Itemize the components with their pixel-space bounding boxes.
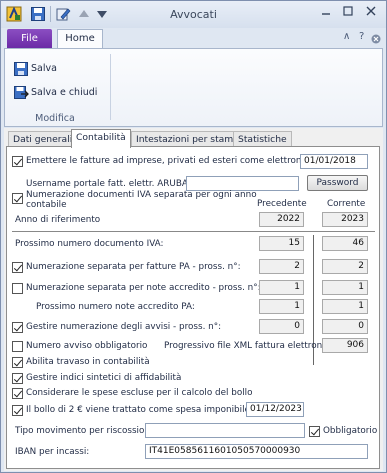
emit-invoices-date-field[interactable]: 01/01/2018 <box>300 154 368 169</box>
transfer-accounting-checkbox[interactable] <box>12 357 23 368</box>
stamp-expenses-label: Considerare le spese escluse per il calc… <box>26 388 253 398</box>
maximize-icon <box>343 6 353 16</box>
xml-progressive-label: Progressivo file XML fattura elettronica… <box>164 341 338 351</box>
iban-field[interactable]: IT41E0585611601050570000930 <box>145 444 368 459</box>
reference-year-label: Anno di riferimento <box>15 215 101 225</box>
stamp-duty-checkbox[interactable] <box>12 405 23 416</box>
aruba-username-field[interactable] <box>186 176 299 191</box>
next-iva-doc-current-field[interactable]: 46 <box>322 236 368 251</box>
next-iva-doc-label: Prossimo numero documento IVA: <box>15 239 164 249</box>
stamp-duty-label: Il bollo di 2 € viene trattato come spes… <box>26 405 270 415</box>
reference-year-current-field[interactable]: 2023 <box>322 212 368 227</box>
column-header-current: Corrente <box>327 199 366 209</box>
separate-numbering-label-line1: Numerazione documenti IVA separata per o… <box>26 190 257 200</box>
notices-numbering-checkbox[interactable] <box>12 322 23 333</box>
tab-file[interactable]: File <box>7 29 52 48</box>
aruba-username-label: Username portale fatt. elettr. ARUBA: <box>26 179 191 189</box>
close-button[interactable] <box>360 4 382 22</box>
notices-numbering-current-field[interactable]: 0 <box>322 319 368 334</box>
mandatory-notice-label: Numero avviso obbligatorio <box>26 341 148 351</box>
next-pa-credit-label: Prossimo numero note accredito PA: <box>36 302 195 312</box>
pa-invoices-label: Numerazione separata per fatture PA - pr… <box>26 262 241 272</box>
section-divider <box>12 231 375 232</box>
save-close-icon <box>14 86 29 99</box>
collection-type-label: Tipo movimento per riscossioni: <box>15 426 156 436</box>
title-bar: Avvocati <box>1 1 386 28</box>
pa-invoices-checkbox[interactable] <box>12 262 23 273</box>
tab-home[interactable]: Home <box>57 29 103 49</box>
pa-invoices-current-field[interactable]: 2 <box>322 259 368 274</box>
xml-progressive-field[interactable]: 906 <box>322 338 368 353</box>
ribbon-group-separator <box>110 54 111 120</box>
credit-notes-label: Numerazione separata per note accredito … <box>26 283 261 293</box>
next-iva-doc-previous-field[interactable]: 15 <box>259 236 304 251</box>
app-window: Avvocati File Home ∧ ? Salva Salva e chi… <box>0 0 387 473</box>
accounting-panel: Emettere le fatture ad imprese, privati … <box>6 146 380 469</box>
tab-statistiche[interactable]: Statistiche <box>233 131 292 147</box>
credit-notes-previous-field[interactable]: 1 <box>259 280 304 295</box>
collapse-ribbon-icon[interactable]: ∧ <box>343 31 350 42</box>
notices-numbering-label: Gestire numerazione degli avvisi - pross… <box>26 322 222 332</box>
minimize-icon <box>322 13 330 15</box>
stamp-duty-date-field[interactable]: 01/12/2023 <box>246 402 304 417</box>
separate-numbering-label-line2: contabile <box>26 200 67 210</box>
collection-mandatory-label: Obbligatorio <box>323 426 378 436</box>
close-icon <box>366 6 376 16</box>
form-area: Dati generali Contabilità Intestazioni p… <box>4 128 383 471</box>
collection-mandatory-checkbox[interactable] <box>309 426 320 437</box>
save-icon <box>14 62 28 76</box>
save-label: Salva <box>31 63 57 74</box>
emit-invoices-label: Emettere le fatture ad imprese, privati … <box>26 156 339 166</box>
maximize-button[interactable] <box>337 4 359 22</box>
mandatory-notice-checkbox[interactable] <box>12 341 23 352</box>
emit-invoices-checkbox[interactable] <box>12 156 23 167</box>
collection-type-field[interactable] <box>145 423 305 438</box>
tab-dati-generali[interactable]: Dati generali <box>8 131 78 147</box>
stamp-expenses-checkbox[interactable] <box>12 388 23 399</box>
save-close-label: Salva e chiudi <box>31 87 98 98</box>
ribbon-panel: Salva Salva e chiudi Modifica <box>4 48 383 127</box>
ribbon-group-label: Modifica <box>35 113 75 124</box>
tab-contabilita[interactable]: Contabilità <box>71 129 131 148</box>
next-pa-credit-previous-field[interactable]: 1 <box>259 299 304 314</box>
reliability-index-checkbox[interactable] <box>12 373 23 384</box>
password-button[interactable]: Password <box>307 175 368 191</box>
credit-notes-checkbox[interactable] <box>12 283 23 294</box>
reference-year-previous-field[interactable]: 2022 <box>259 212 304 227</box>
tab-intestazioni[interactable]: Intestazioni per stampe <box>131 131 250 147</box>
iban-label: IBAN per incassi: <box>15 447 90 457</box>
notices-numbering-previous-field[interactable]: 0 <box>259 319 304 334</box>
next-pa-credit-current-field[interactable]: 1 <box>322 299 368 314</box>
minimize-button[interactable] <box>315 4 337 22</box>
credit-notes-current-field[interactable]: 1 <box>322 280 368 295</box>
column-header-previous: Precedente <box>257 199 307 209</box>
help-icon[interactable]: ? <box>359 31 364 42</box>
reliability-index-label: Gestire indici sintetici di affidabilità <box>26 373 182 383</box>
ribbon-tab-row: File Home ∧ ? <box>1 28 386 49</box>
ribbon-close-icon[interactable] <box>371 34 381 44</box>
transfer-accounting-label: Abilita travaso in contabilità <box>26 357 150 367</box>
pa-invoices-previous-field[interactable]: 2 <box>259 259 304 274</box>
separate-numbering-checkbox[interactable] <box>12 193 23 204</box>
